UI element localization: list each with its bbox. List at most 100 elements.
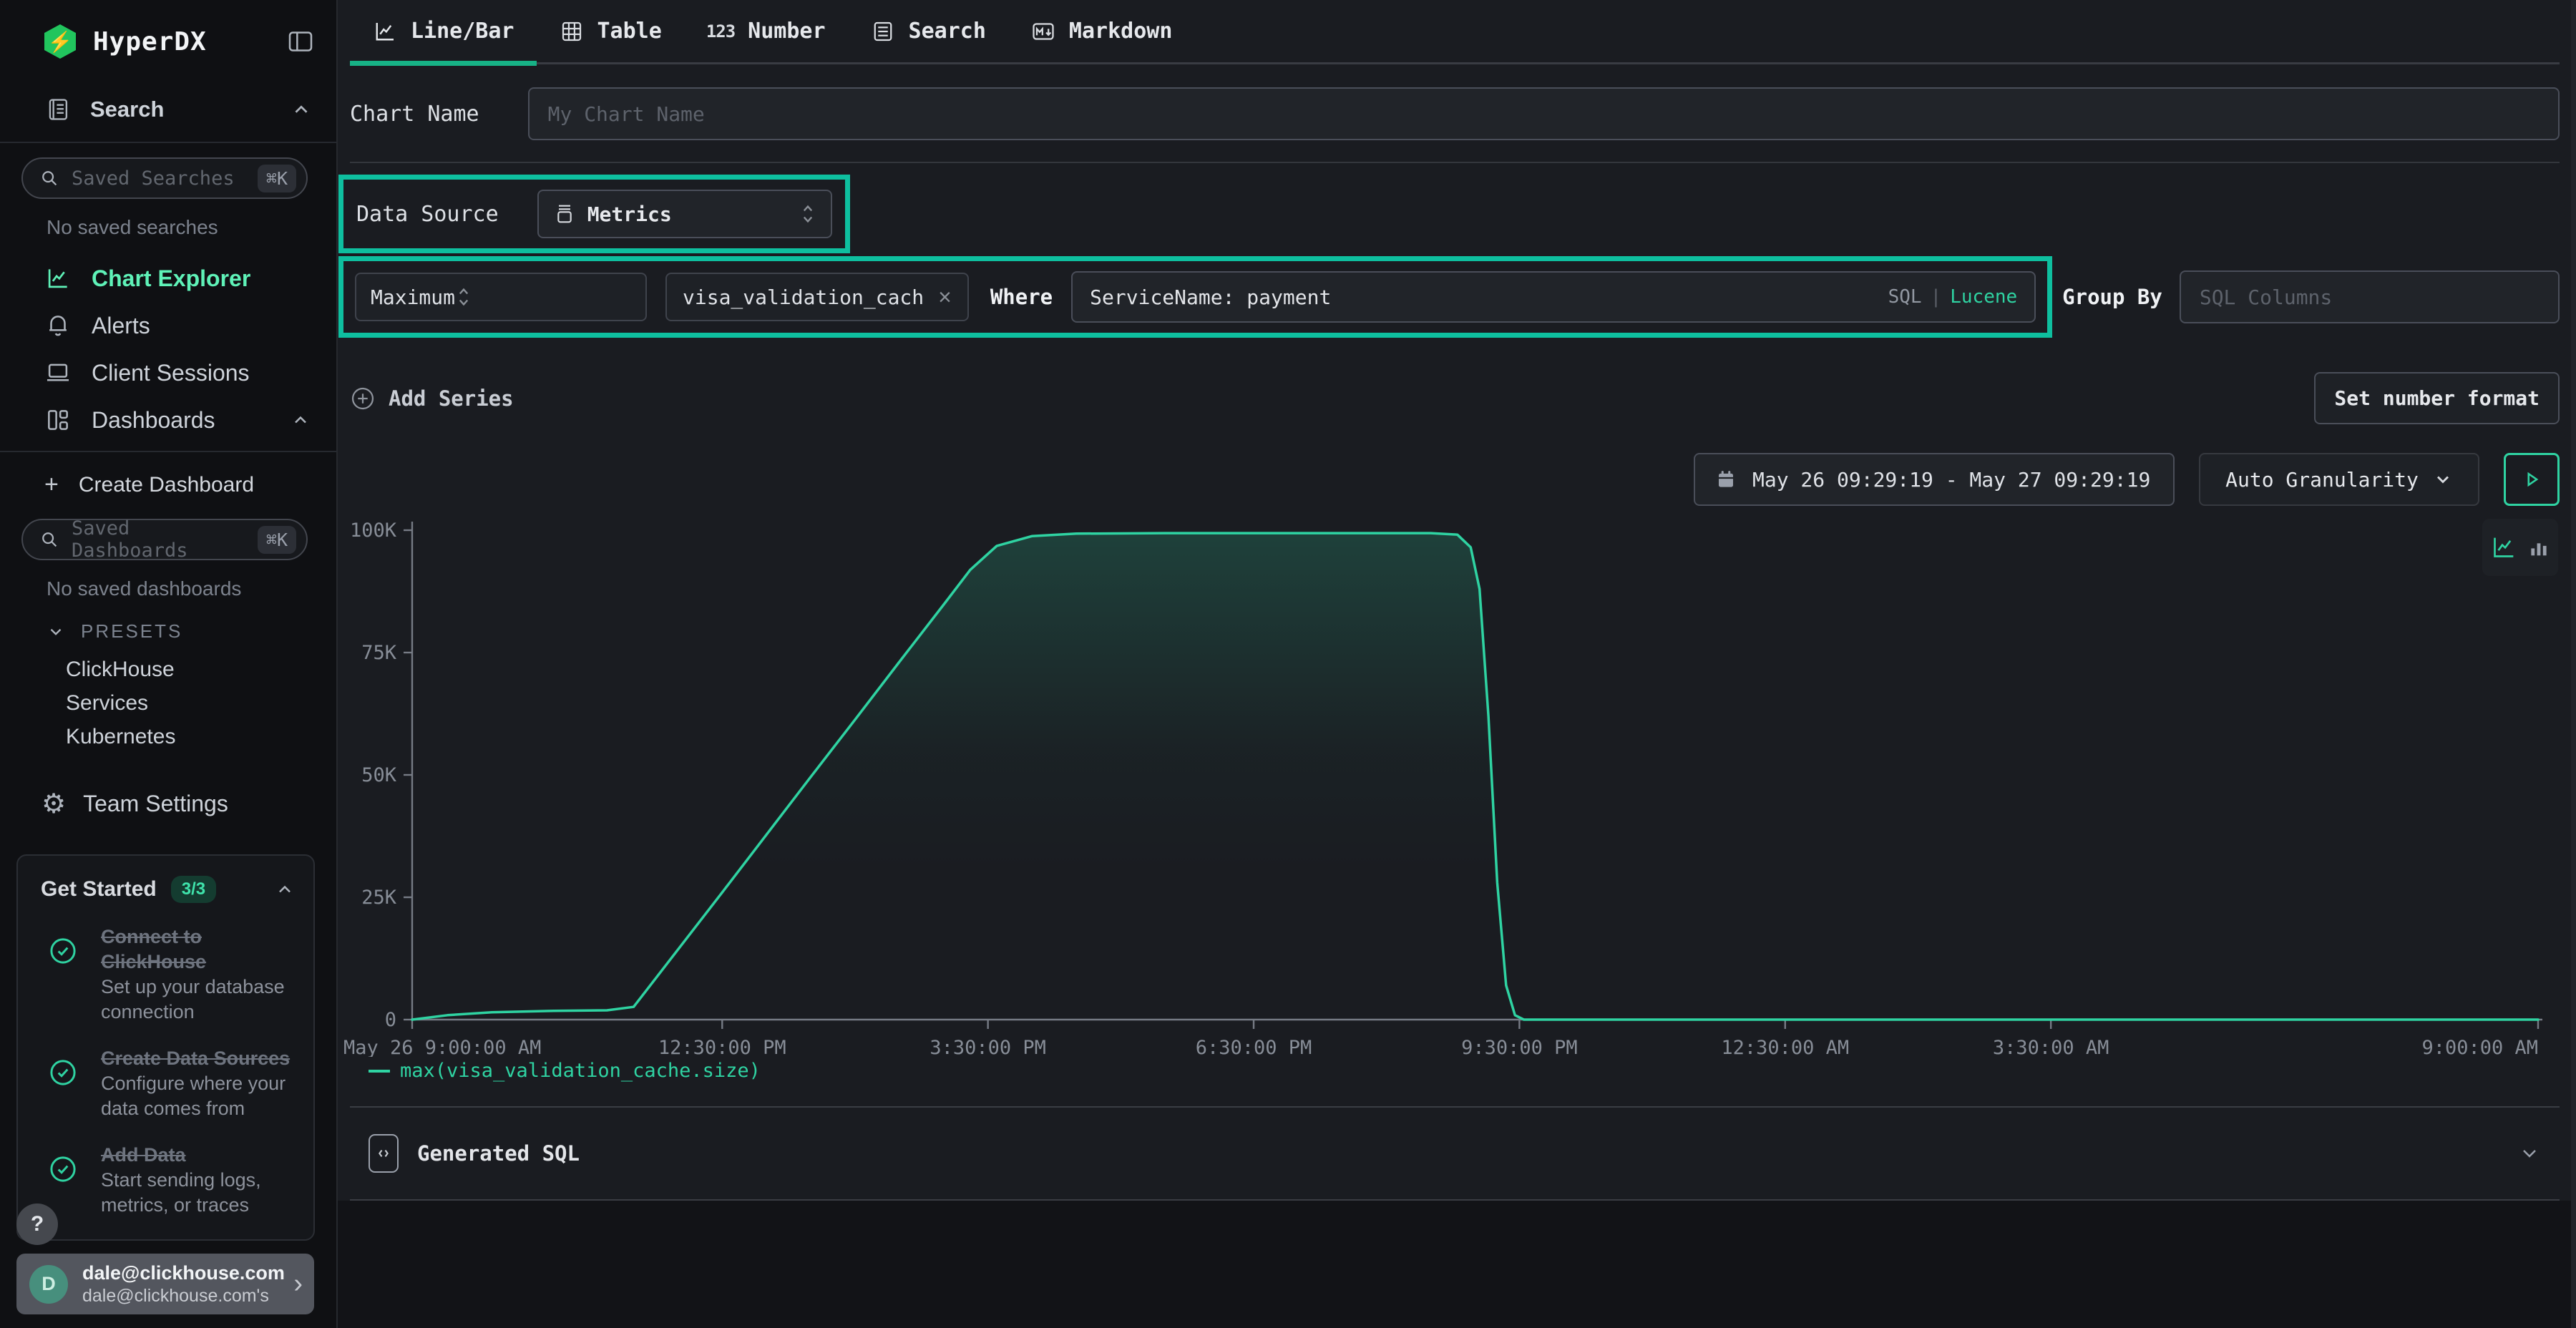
sidebar-item-client-sessions[interactable]: Client Sessions — [0, 349, 336, 396]
checklist-title: Connect to ClickHouse — [101, 924, 295, 975]
legend-label: max(visa_validation_cache.size) — [400, 1060, 761, 1082]
sidebar-item-dashboards[interactable]: Dashboards — [0, 396, 336, 444]
checklist-item-add-data[interactable]: Add Data Start sending logs, metrics, or… — [36, 1143, 295, 1218]
checklist-item-connect[interactable]: Connect to ClickHouse Set up your databa… — [36, 924, 295, 1025]
get-started-progress-badge: 3/3 — [171, 876, 216, 903]
scrollbar[interactable] — [2571, 0, 2576, 1328]
checklist-title: Create Data Sources — [101, 1046, 295, 1071]
svg-text:9:00:00 AM: 9:00:00 AM — [2421, 1037, 2538, 1057]
saved-searches-placeholder: Saved Searches — [72, 167, 258, 190]
actions-row: Add Series Set number format — [350, 372, 2560, 424]
laptop-icon — [44, 359, 72, 386]
presets-header[interactable]: PRESETS — [47, 620, 336, 643]
data-source-select[interactable]: Metrics — [537, 190, 832, 238]
where-label: Where — [990, 285, 1053, 309]
sidebar-item-chart-explorer[interactable]: Chart Explorer — [0, 255, 336, 302]
hyperdx-app: ⚡ HyperDX Search Saved Searches ⌘K — [0, 0, 2576, 1328]
line-chart-icon — [44, 265, 72, 292]
create-dashboard-button[interactable]: + Create Dashboard — [0, 471, 336, 499]
search-section-label: Search — [90, 97, 164, 122]
shortcut-badge: ⌘K — [258, 526, 296, 554]
run-query-button[interactable] — [2504, 453, 2560, 506]
select-updown-icon — [799, 202, 816, 226]
svg-text:6:30:00 PM: 6:30:00 PM — [1196, 1037, 1312, 1057]
svg-text:3:30:00 AM: 3:30:00 AM — [1993, 1037, 2109, 1057]
main-content: Line/Bar Table 123 Number Search — [338, 0, 2576, 1328]
chart-name-row: Chart Name — [350, 87, 2560, 140]
divider — [350, 162, 2560, 163]
generated-sql-toggle[interactable]: Generated SQL — [350, 1106, 2560, 1201]
user-email: dale@clickhouse.com — [82, 1261, 289, 1285]
chart-legend: max(visa_validation_cache.size) — [369, 1060, 2560, 1082]
chevron-up-icon[interactable] — [291, 410, 311, 430]
chart-style-toggle — [2482, 519, 2558, 576]
tab-search[interactable]: Search — [848, 0, 1008, 62]
group-by-input[interactable] — [2180, 270, 2560, 323]
dashboard-grid-icon — [44, 406, 72, 434]
toggle-separator: | — [1931, 286, 1942, 308]
user-subtext: dale@clickhouse.com's — [82, 1285, 289, 1307]
chevron-down-icon — [47, 622, 65, 641]
code-icon — [369, 1134, 399, 1173]
collapse-sidebar-icon[interactable] — [286, 27, 315, 56]
help-button[interactable]: ? — [16, 1204, 58, 1245]
select-updown-icon — [455, 285, 472, 309]
svg-text:25K: 25K — [361, 887, 397, 909]
svg-text:75K: 75K — [361, 642, 397, 664]
granularity-select[interactable]: Auto Granularity — [2199, 453, 2479, 506]
nav-label: Dashboards — [92, 407, 215, 434]
divider — [0, 142, 336, 143]
checklist-title: Add Data — [101, 1143, 295, 1168]
calendar-icon — [1715, 469, 1737, 490]
shortcut-badge: ⌘K — [258, 165, 296, 192]
search-icon — [39, 529, 60, 550]
date-range-picker[interactable]: May 26 09:29:19 - May 27 09:29:19 — [1694, 453, 2175, 506]
lucene-mode-toggle[interactable]: Lucene — [1950, 286, 2017, 308]
preset-clickhouse[interactable]: ClickHouse — [0, 653, 336, 686]
series-highlight-box: Maximum visa_validation_cach × Where Ser… — [338, 256, 2052, 338]
tab-number[interactable]: 123 Number — [684, 0, 848, 62]
tab-markdown[interactable]: Markdown — [1008, 0, 1195, 62]
remove-metric-icon[interactable]: × — [938, 284, 952, 311]
sidebar-item-team-settings[interactable]: ⚙ Team Settings — [0, 788, 336, 819]
bell-icon — [44, 312, 72, 339]
saved-searches-input[interactable]: Saved Searches ⌘K — [21, 157, 308, 199]
svg-text:50K: 50K — [361, 764, 397, 786]
aggregation-select[interactable]: Maximum — [355, 273, 647, 321]
sql-mode-toggle[interactable]: SQL — [1888, 286, 1922, 308]
metrics-line-chart[interactable]: 025K50K75K100KMay 26 9:00:00 AM12:30:00 … — [338, 513, 2561, 1057]
user-menu[interactable]: D dale@clickhouse.com dale@clickhouse.co… — [16, 1254, 314, 1314]
tab-line-bar[interactable]: Line/Bar — [350, 0, 537, 62]
checklist-subtitle: Start sending logs, metrics, or traces — [101, 1168, 295, 1218]
data-source-highlight-box: Data Source Metrics — [338, 175, 850, 253]
svg-text:9:30:00 PM: 9:30:00 PM — [1461, 1037, 1578, 1057]
checklist-item-data-sources[interactable]: Create Data Sources Configure where your… — [36, 1046, 295, 1121]
tab-table[interactable]: Table — [537, 0, 684, 62]
preset-kubernetes[interactable]: Kubernetes — [0, 720, 336, 753]
search-section-header[interactable]: Search — [44, 96, 312, 123]
check-circle-icon — [48, 936, 78, 966]
time-controls-row: May 26 09:29:19 - May 27 09:29:19 Auto G… — [350, 453, 2560, 506]
series-row: Maximum visa_validation_cach × Where Ser… — [350, 256, 2560, 338]
add-series-button[interactable]: Add Series — [350, 386, 514, 411]
get-started-header[interactable]: Get Started 3/3 — [36, 876, 295, 903]
checklist-subtitle: Set up your database connection — [101, 975, 295, 1025]
brand-title: HyperDX — [93, 27, 207, 57]
set-number-format-button[interactable]: Set number format — [2314, 372, 2560, 424]
document-lines-icon — [870, 19, 896, 44]
check-circle-icon — [48, 1154, 78, 1184]
metric-field-tag[interactable]: visa_validation_cach × — [665, 273, 969, 321]
preset-services[interactable]: Services — [0, 686, 336, 720]
chevron-down-icon — [2518, 1142, 2541, 1165]
no-saved-dashboards-note: No saved dashboards — [47, 577, 336, 600]
chevron-up-icon[interactable] — [291, 99, 312, 120]
where-input[interactable]: ServiceName: payment SQL|Lucene — [1071, 271, 2036, 323]
chevron-up-icon[interactable] — [275, 879, 295, 899]
sidebar-item-alerts[interactable]: Alerts — [0, 302, 336, 349]
line-style-icon[interactable] — [2489, 533, 2518, 562]
saved-dashboards-input[interactable]: Saved Dashboards ⌘K — [21, 519, 308, 560]
bar-style-icon[interactable] — [2527, 535, 2551, 560]
chart-name-input[interactable] — [528, 87, 2560, 140]
get-started-card: Get Started 3/3 Connect to ClickHouse Se… — [16, 854, 315, 1241]
check-circle-icon — [48, 1058, 78, 1088]
